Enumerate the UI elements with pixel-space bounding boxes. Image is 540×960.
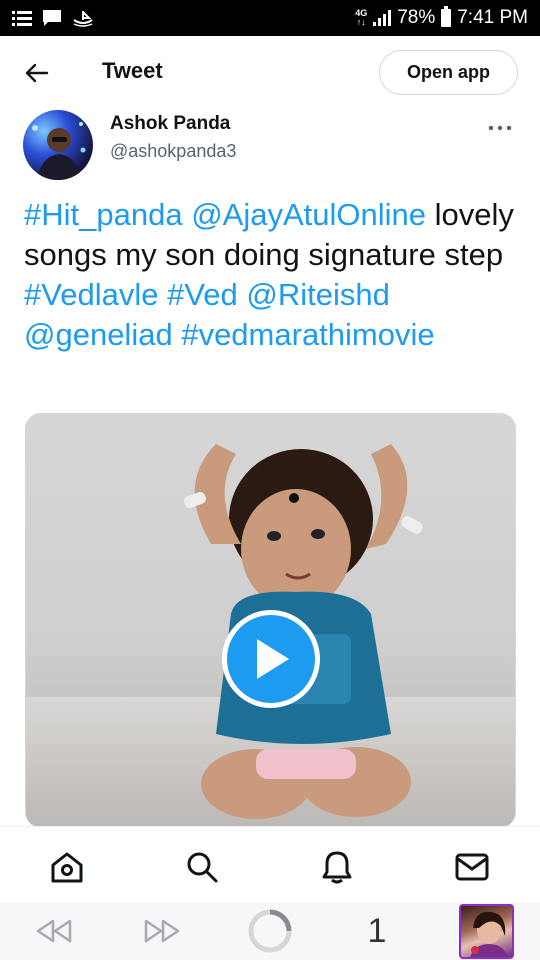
hashtag-link[interactable]: #Ved bbox=[167, 277, 238, 312]
tweet-text-segment bbox=[158, 277, 167, 312]
mention-link[interactable]: @geneliad bbox=[24, 317, 173, 352]
avatar[interactable] bbox=[23, 110, 93, 180]
nav-messages[interactable] bbox=[452, 847, 492, 887]
tab-count: 1 bbox=[367, 911, 387, 950]
browser-toolbar: 1 bbox=[0, 902, 540, 960]
nav-search[interactable] bbox=[182, 847, 222, 887]
data-arrows-icon: ↑↓ bbox=[356, 17, 366, 27]
nav-notifications[interactable] bbox=[317, 847, 357, 887]
search-icon bbox=[187, 852, 218, 883]
profile-button[interactable] bbox=[457, 903, 515, 959]
hashtag-link[interactable]: #vedmarathimovie bbox=[181, 317, 434, 352]
list-icon bbox=[12, 11, 32, 26]
profile-image bbox=[469, 911, 508, 957]
battery-icon bbox=[441, 6, 452, 27]
battery-percentage: 78% bbox=[397, 7, 436, 28]
message-icon bbox=[43, 10, 61, 26]
loading-button[interactable] bbox=[246, 908, 294, 954]
open-app-button[interactable]: Open app bbox=[379, 50, 518, 95]
fast-forward-icon bbox=[144, 919, 180, 943]
avatar-image bbox=[32, 122, 86, 180]
more-options-button[interactable] bbox=[488, 114, 512, 137]
play-icon bbox=[257, 639, 289, 679]
tab-count-button[interactable]: 1 bbox=[362, 908, 392, 954]
header: Tweet Open app bbox=[0, 36, 540, 108]
nav-home[interactable] bbox=[47, 847, 87, 887]
play-button[interactable] bbox=[222, 610, 320, 708]
back-arrow-icon bbox=[25, 63, 49, 83]
tweet-author: Ashok Panda @ashokpanda3 bbox=[0, 108, 540, 188]
more-icon bbox=[488, 125, 512, 131]
messages-icon bbox=[455, 853, 489, 881]
mention-link[interactable]: @AjayAtulOnline bbox=[191, 197, 426, 232]
back-button[interactable] bbox=[20, 58, 54, 88]
author-handle[interactable]: @ashokpanda3 bbox=[110, 141, 236, 162]
tweet-text: #Hit_panda @AjayAtulOnline lovely songs … bbox=[24, 195, 520, 355]
clock: 7:41 PM bbox=[457, 7, 528, 28]
network-indicator: 4G ↑↓ bbox=[355, 9, 367, 27]
tweet-video[interactable] bbox=[25, 413, 516, 828]
profile-thumbnail bbox=[458, 903, 514, 959]
rewind-icon bbox=[36, 919, 72, 943]
bottom-navigation bbox=[0, 826, 540, 902]
page-title: Tweet bbox=[102, 58, 163, 83]
boat-icon bbox=[73, 11, 93, 27]
mention-link[interactable]: @Riteishd bbox=[246, 277, 389, 312]
tweet-text-segment bbox=[183, 197, 192, 232]
home-icon bbox=[51, 852, 83, 883]
hashtag-link[interactable]: #Hit_panda bbox=[24, 197, 183, 232]
hashtag-link[interactable]: #Vedlavle bbox=[24, 277, 158, 312]
status-right: 4G ↑↓ 78% 7:41 PM bbox=[355, 6, 528, 29]
rewind-button[interactable] bbox=[32, 908, 76, 954]
author-name[interactable]: Ashok Panda bbox=[110, 113, 230, 135]
loading-spinner-icon bbox=[248, 909, 292, 953]
signal-icon bbox=[373, 10, 392, 26]
status-left bbox=[12, 9, 94, 27]
forward-button[interactable] bbox=[140, 908, 184, 954]
notifications-icon bbox=[322, 851, 352, 884]
status-bar: 4G ↑↓ 78% 7:41 PM bbox=[0, 0, 540, 36]
